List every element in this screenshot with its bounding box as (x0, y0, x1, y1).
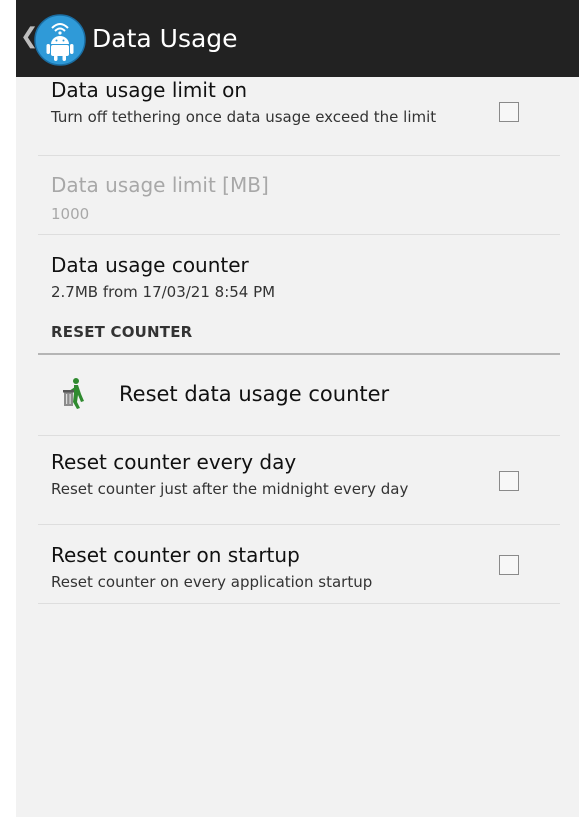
pref-title: Data usage limit on (51, 78, 248, 102)
pref-title: Reset counter every day (51, 450, 297, 474)
pref-title: Reset counter on startup (51, 543, 300, 567)
pref-title: Data usage counter (51, 253, 249, 277)
pref-summary: 2.7MB from 17/03/21 8:54 PM (51, 283, 276, 301)
limit-on-checkbox[interactable] (499, 102, 519, 122)
reset-daily-checkbox[interactable] (499, 471, 519, 491)
reset-startup-checkbox[interactable] (499, 555, 519, 575)
trash-person-icon (63, 378, 84, 409)
pref-summary: Reset counter just after the midnight ev… (51, 480, 409, 498)
pref-summary: Reset counter on every application start… (51, 573, 373, 591)
page-title: Data Usage (92, 24, 238, 53)
pref-reset-counter-on-startup[interactable]: Reset counter on startup Reset counter o… (38, 525, 560, 604)
category-label: RESET COUNTER (51, 323, 193, 341)
category-reset-counter: RESET COUNTER (38, 313, 560, 355)
android-wifi-icon[interactable] (34, 14, 86, 66)
pref-summary: 1000 (51, 205, 90, 223)
pref-data-usage-limit-on[interactable]: Data usage limit on Turn off tethering o… (38, 77, 560, 156)
pref-summary: Turn off tethering once data usage excee… (51, 108, 437, 126)
pref-reset-counter-every-day[interactable]: Reset counter every day Reset counter ju… (38, 436, 560, 525)
pref-data-usage-limit-mb: Data usage limit [MB] 1000 (38, 156, 560, 235)
pref-title: Reset data usage counter (119, 382, 390, 406)
pref-data-usage-counter[interactable]: Data usage counter 2.7MB from 17/03/21 8… (38, 235, 560, 313)
pref-title: Data usage limit [MB] (51, 173, 269, 197)
reset-data-usage-counter-button[interactable]: Reset data usage counter (38, 355, 560, 436)
preference-list: Data usage limit on Turn off tethering o… (38, 77, 560, 604)
action-bar: ❮ Data Usage (16, 0, 579, 77)
